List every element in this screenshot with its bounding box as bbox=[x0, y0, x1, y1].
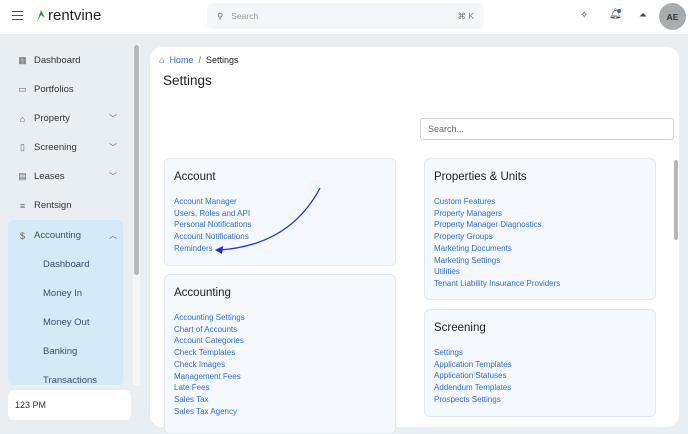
annotation-arrow bbox=[215, 187, 321, 254]
